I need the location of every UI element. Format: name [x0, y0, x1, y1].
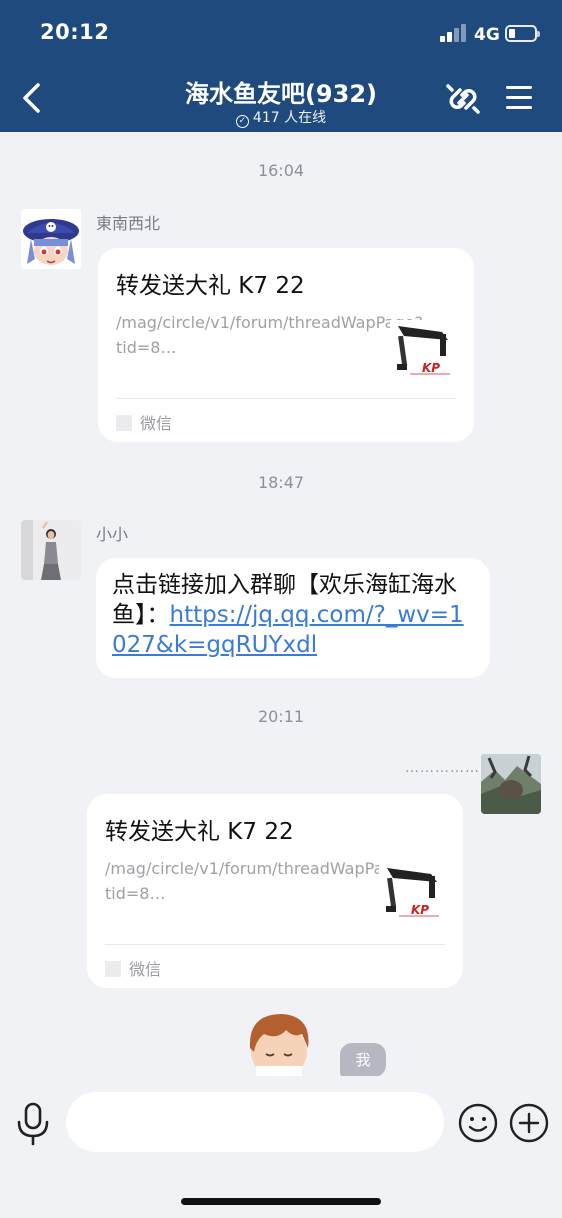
timestamp: 18:47: [257, 473, 305, 492]
sender-name: 小小: [96, 525, 129, 544]
signal-icon: [440, 24, 468, 42]
more-button[interactable]: [509, 1103, 549, 1143]
card-source-label: 微信: [129, 960, 162, 979]
header: 20:12 4G 海水鱼友吧(932) ✓ 417 人在线: [0, 0, 562, 132]
card-description: /mag/circle/v1/forum/threadWapPage?tid=8…: [116, 313, 423, 357]
pirate-cartoon-avatar: [21, 209, 81, 269]
card-source: 微信: [116, 410, 172, 434]
card-thumbnail: KP: [379, 862, 445, 928]
card-source: 微信: [105, 956, 161, 980]
sending-status: ……………: [405, 760, 480, 776]
card-title: 转发送大礼 K7 22: [105, 819, 294, 845]
aquarium-light-thumbnail: KP: [390, 320, 456, 386]
card-source-label: 微信: [140, 414, 173, 433]
link-card[interactable]: 转发送大礼 K7 22 /mag/circle/v1/forum/threadW…: [98, 248, 474, 442]
woman-photo-avatar: [21, 520, 81, 580]
card-title: 转发送大礼 K7 22: [116, 273, 305, 299]
card-description: /mag/circle/v1/forum/threadWapPage?tid=8…: [105, 859, 412, 903]
online-count-text: 417 人在线: [252, 110, 327, 126]
aquarium-light-thumbnail: KP: [379, 862, 445, 928]
plus-circle-icon: [509, 1103, 549, 1143]
card-divider: [105, 944, 445, 945]
network-label: 4G: [474, 25, 500, 45]
svg-text:KP: KP: [411, 903, 429, 917]
home-indicator[interactable]: [181, 1198, 381, 1205]
timestamp: 20:11: [257, 707, 305, 726]
sender-name: 東南西北: [96, 214, 161, 233]
me-tag[interactable]: 我: [340, 1043, 386, 1077]
wechat-icon: [116, 415, 132, 431]
avatar[interactable]: [21, 520, 81, 580]
avatar[interactable]: [21, 209, 81, 269]
card-divider: [116, 398, 456, 399]
svg-text:KP: KP: [422, 361, 440, 375]
emoji-button[interactable]: [458, 1103, 498, 1143]
battery-icon: [505, 25, 540, 42]
menu-button[interactable]: [504, 84, 534, 112]
check-circle-icon: ✓: [235, 115, 249, 128]
link-card[interactable]: 转发送大礼 K7 22 /mag/circle/v1/forum/threadW…: [87, 794, 463, 988]
card-thumbnail: KP: [390, 320, 456, 386]
wechat-icon: [105, 961, 121, 977]
voice-button[interactable]: [14, 1100, 52, 1148]
message-bubble[interactable]: 点击链接加入群聊【欢乐海缸海水鱼】：https://jq.qq.com/?_wv…: [96, 558, 490, 678]
message-input[interactable]: [66, 1092, 444, 1152]
boy-cartoon-icon: [249, 1014, 309, 1078]
landscape-photo-avatar: [481, 754, 541, 814]
link-icon: [446, 84, 480, 114]
status-time: 20:12: [40, 20, 110, 44]
microphone-icon: [17, 1102, 49, 1146]
status-bar: 20:12 4G: [0, 0, 562, 66]
link-button[interactable]: [444, 80, 482, 118]
smiley-icon: [458, 1103, 498, 1143]
avatar[interactable]: [481, 754, 541, 814]
composer-bar: [0, 1076, 562, 1218]
nav-bar: 海水鱼友吧(932) ✓ 417 人在线: [0, 66, 562, 132]
timestamp: 16:04: [257, 161, 305, 180]
cartoon-sticker[interactable]: [242, 1008, 316, 1078]
